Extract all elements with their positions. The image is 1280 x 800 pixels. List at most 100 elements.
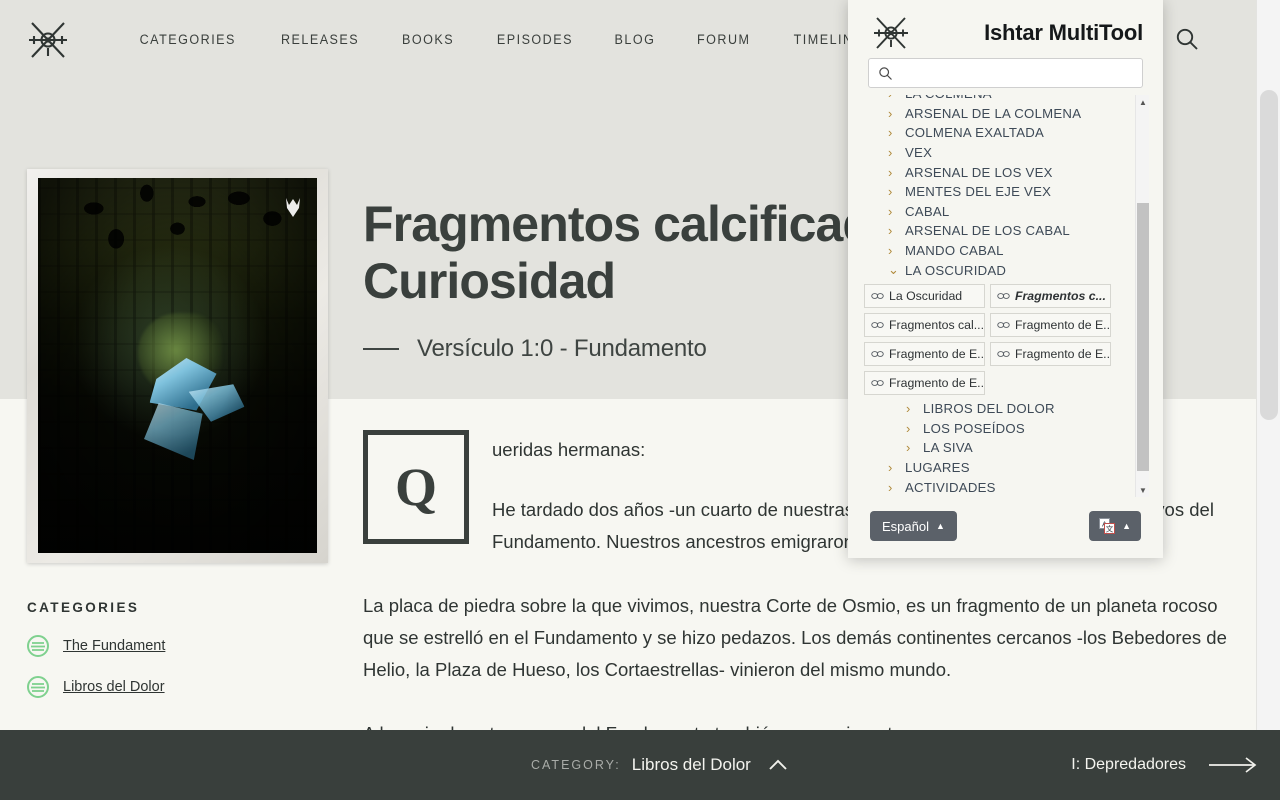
link-icon	[997, 321, 1010, 329]
tree-item-label: MENTES DEL EJE VEX	[905, 184, 1052, 200]
panel-search[interactable]	[868, 58, 1143, 88]
sidebar-item-label[interactable]: Libros del Dolor	[63, 679, 165, 695]
bottom-bar: CATEGORY: Libros del Dolor I: Depredador…	[0, 730, 1280, 800]
triangle-down-icon[interactable]: ▼	[1136, 483, 1149, 497]
tree-item-colmena-exaltada[interactable]: › COLMENA EXALTADA	[862, 123, 1120, 143]
tree-item-los-poseidos[interactable]: › LOS POSEÍDOS	[862, 419, 1120, 439]
translate-icon: A 文	[1099, 518, 1116, 534]
tree-item-lugares[interactable]: › LUGARES	[862, 458, 1120, 478]
chevron-right-icon[interactable]: ›	[906, 440, 916, 455]
chevron-right-icon[interactable]: ›	[888, 106, 898, 121]
nav-item-categories[interactable]: CATEGORIES	[122, 32, 254, 47]
chevron-right-icon[interactable]: ›	[888, 223, 898, 238]
tree-item-label: LA OSCURIDAD	[905, 262, 1007, 278]
ishtar-multitool-panel: Ishtar MultiTool › LA COLMENA › ARSENAL …	[848, 0, 1163, 558]
search-icon[interactable]	[1174, 26, 1200, 52]
chevron-right-icon[interactable]: ›	[906, 421, 916, 436]
panel-title: Ishtar MultiTool	[984, 20, 1143, 45]
chevron-right-icon[interactable]: ›	[888, 460, 898, 475]
chip-label: Fragmentos cal...	[889, 317, 984, 332]
chevron-right-icon[interactable]: ›	[888, 480, 898, 495]
tree-item-vex[interactable]: › VEX	[862, 143, 1120, 163]
language-button-label: Español	[882, 518, 929, 534]
window-scrollbar-thumb[interactable]	[1260, 90, 1278, 420]
nav-item-blog[interactable]: BLOG	[597, 32, 673, 47]
tree-item-libros-del-dolor[interactable]: › LIBROS DEL DOLOR	[862, 399, 1120, 419]
tree-item-arsenal-de-la-colmena[interactable]: › ARSENAL DE LA COLMENA	[862, 104, 1120, 124]
categories-sidebar: CATEGORIES The Fundament Libros del Dolo…	[27, 600, 327, 717]
app-root: CATEGORIES RELEASES BOOKS EPISODES BLOG …	[0, 0, 1280, 800]
sidebar-item-label[interactable]: The Fundament	[63, 638, 165, 654]
ishtar-collective-logo-icon[interactable]	[26, 18, 70, 62]
chevron-right-icon[interactable]: ›	[888, 243, 898, 258]
chip-fragmento-de-e-3[interactable]: Fragmento de E...	[990, 341, 1111, 366]
categories-heading: CATEGORIES	[27, 600, 140, 615]
chip-fragmento-de-e-4[interactable]: Fragmento de E...	[864, 370, 985, 395]
arrow-right-icon[interactable]	[1208, 756, 1258, 774]
triangle-up-icon[interactable]: ▲	[1136, 95, 1149, 109]
chevron-right-icon[interactable]: ›	[888, 95, 898, 101]
tree-item-mando-cabal[interactable]: › MANDO CABAL	[862, 241, 1120, 261]
chip-fragmento-de-e-1[interactable]: Fragmento de E...	[990, 312, 1111, 337]
tree-item-label: ACTIVIDADES	[905, 479, 996, 495]
panel-footer: Español ▲ A 文 ▲	[848, 498, 1163, 558]
chip-fragmento-de-e-2[interactable]: Fragmento de E...	[864, 341, 985, 366]
tree-item-actividades[interactable]: › ACTIVIDADES	[862, 477, 1120, 497]
ishtar-collective-logo-icon[interactable]	[872, 14, 910, 52]
chevron-right-icon[interactable]: ›	[888, 204, 898, 219]
chevron-right-icon[interactable]: ›	[888, 145, 898, 160]
chip-la-oscuridad[interactable]: La Oscuridad	[864, 283, 985, 308]
translate-button[interactable]: A 文 ▲	[1089, 511, 1141, 541]
featured-image-photo	[38, 178, 317, 553]
chevron-right-icon[interactable]: ›	[888, 184, 898, 199]
window-scrollbar[interactable]	[1256, 0, 1280, 800]
panel-tree-scrollbar[interactable]: ▲ ▼	[1135, 95, 1149, 497]
drop-cap: Q	[363, 430, 469, 544]
bottom-bar-next[interactable]: I: Depredadores	[1071, 756, 1258, 774]
link-icon	[871, 350, 884, 358]
chip-label: Fragmento de E...	[889, 346, 985, 361]
chevron-right-icon[interactable]: ›	[906, 401, 916, 416]
nav-item-episodes[interactable]: EPISODES	[479, 32, 590, 47]
tree-item-label: MANDO CABAL	[905, 243, 1004, 259]
nav-item-releases[interactable]: RELEASES	[263, 32, 377, 47]
tree-item-arsenal-de-los-cabal[interactable]: › ARSENAL DE LOS CABAL	[862, 221, 1120, 241]
panel-tree: › LA COLMENA › ARSENAL DE LA COLMENA › C…	[862, 95, 1149, 497]
bottom-bar-category-label: CATEGORY:	[531, 758, 621, 772]
tree-item-label: ARSENAL DE LA COLMENA	[905, 105, 1082, 121]
tree-item-label: VEX	[905, 145, 933, 161]
hive-emblem-icon	[283, 196, 303, 218]
tree-item-arsenal-de-los-vex[interactable]: › ARSENAL DE LOS VEX	[862, 162, 1120, 182]
tree-item-la-colmena[interactable]: › LA COLMENA	[862, 95, 1120, 104]
nav-item-forum[interactable]: FORUM	[680, 32, 769, 47]
tree-item-la-oscuridad[interactable]: ⌄ LA OSCURIDAD	[862, 260, 1120, 280]
language-button[interactable]: Español ▲	[870, 511, 957, 541]
link-icon	[871, 292, 884, 300]
tree-item-cabal[interactable]: › CABAL	[862, 202, 1120, 222]
panel-tree-list: › LA COLMENA › ARSENAL DE LA COLMENA › C…	[862, 95, 1120, 497]
tree-item-label: CABAL	[905, 203, 950, 219]
tree-item-label: LA SIVA	[923, 440, 973, 456]
chip-label: Fragmento de E...	[1015, 346, 1111, 361]
tree-item-label: COLMENA EXALTADA	[905, 125, 1045, 141]
sidebar-item-libros-del-dolor[interactable]: Libros del Dolor	[27, 676, 327, 698]
subtitle-dash	[363, 348, 399, 350]
tree-item-label: ARSENAL DE LOS VEX	[905, 164, 1053, 180]
sidebar-item-the-fundament[interactable]: The Fundament	[27, 635, 327, 657]
search-icon	[878, 66, 893, 81]
chevron-up-icon[interactable]	[768, 759, 788, 771]
tree-item-mentes-del-eje-vex[interactable]: › MENTES DEL EJE VEX	[862, 182, 1120, 202]
search-input[interactable]	[893, 65, 1142, 81]
tree-item-label: LOS POSEÍDOS	[923, 420, 1025, 436]
chip-fragmentos-c[interactable]: Fragmentos c...	[990, 283, 1111, 308]
chevron-right-icon[interactable]: ›	[888, 165, 898, 180]
bottom-bar-category[interactable]: CATEGORY: Libros del Dolor	[531, 755, 788, 775]
tree-item-label: LA COLMENA	[905, 95, 992, 101]
nav-item-books[interactable]: BOOKS	[384, 32, 471, 47]
chevron-down-icon[interactable]: ⌄	[888, 262, 899, 278]
chip-fragmentos-cal[interactable]: Fragmentos cal...	[864, 312, 985, 337]
chevron-right-icon[interactable]: ›	[888, 125, 898, 140]
tree-item-la-siva[interactable]: › LA SIVA	[862, 438, 1120, 458]
featured-image[interactable]	[27, 169, 328, 563]
panel-tree-scrollbar-thumb[interactable]	[1137, 203, 1149, 471]
